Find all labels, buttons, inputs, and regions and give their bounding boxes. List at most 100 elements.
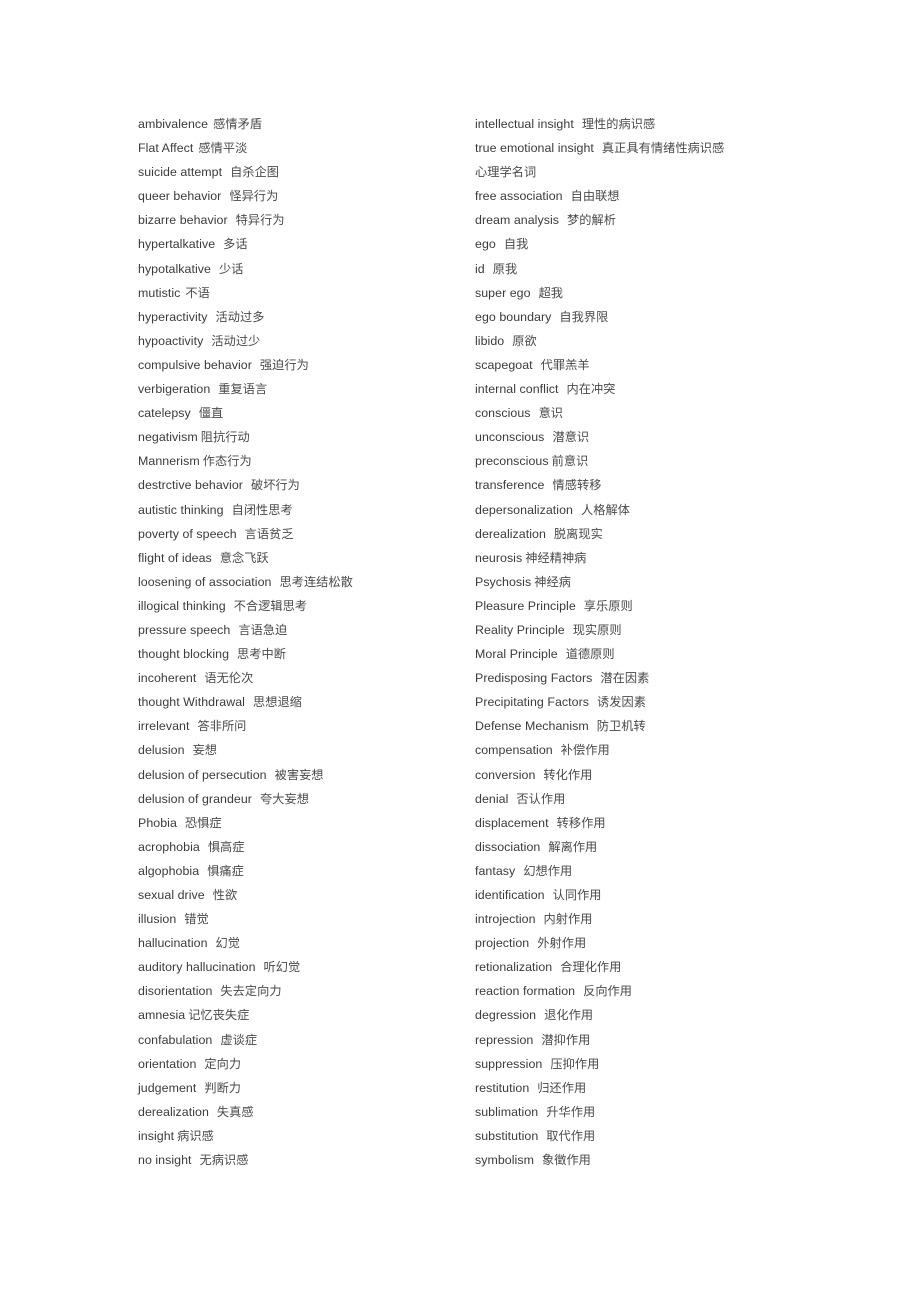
glossary-entry: loosening of association 思考连结松散 [138,570,468,594]
entry-gloss: 特异行为 [235,213,285,228]
glossary-entry: no insight 无病识感 [138,1148,468,1172]
entry-term: loosening of association [138,574,272,589]
entry-gloss: 语无伦次 [204,671,254,686]
entry-term: depersonalization [475,502,573,517]
glossary-entry: mutistic 不语 [138,281,468,305]
glossary-entry: dissociation 解离作用 [475,835,805,859]
entry-gloss: 错觉 [184,912,209,927]
glossary-entry: Flat Affect 感情平淡 [138,136,468,160]
glossary-entry: neurosis 神经精神病 [475,546,805,570]
glossary-entry: negativism 阻抗行动 [138,425,468,449]
glossary-entry: flight of ideas 意念飞跃 [138,546,468,570]
entry-term: hypertalkative [138,237,216,252]
entry-term: flight of ideas [138,550,212,565]
entry-term: amnesia [138,1008,186,1023]
entry-term: destrctive behavior [138,478,243,493]
entry-gloss: 升华作用 [546,1104,596,1119]
entry-gloss: 意识 [538,406,564,421]
glossary-column-right: intellectual insight 理性的病识感 true emotional… [475,112,805,1172]
entry-gloss: 答非所问 [197,719,247,734]
entry-term: derealization [475,526,546,541]
entry-gloss: 惧痛症 [207,863,244,878]
entry-term: hypoactivity [138,333,204,348]
glossary-entry: thought Withdrawal 思想退缩 [138,690,468,714]
entry-gloss: 享乐原则 [583,598,633,613]
document-page: ambivalence 感情矛盾 Flat Affect 感情平淡 suicide at… [0,0,920,1302]
glossary-entry: dream analysis 梦的解析 [475,208,805,232]
entry-gloss: 潜在因素 [600,671,650,686]
entry-gloss: 思想退缩 [252,695,302,710]
entry-term: transference [475,478,545,493]
entry-gloss: 象徵作用 [541,1153,591,1168]
glossary-entry: id 原我 [475,257,805,281]
glossary-entry: suppression 压抑作用 [475,1052,805,1076]
entry-gloss: 心理学名词 [475,165,537,180]
entry-gloss: 思考连结松散 [279,574,353,589]
glossary-entry: Reality Principle 现实原则 [475,618,805,642]
glossary-entry: amnesia 记忆丧失症 [138,1003,468,1027]
entry-gloss: 转化作用 [543,767,593,782]
entry-gloss: 失去定向力 [220,984,282,999]
entry-gloss: 记忆丧失症 [188,1008,250,1023]
entry-gloss: 压抑作用 [550,1056,600,1071]
entry-gloss: 被害妄想 [274,767,324,782]
entry-gloss: 感情矛盾 [213,117,263,131]
glossary-entry: hypertalkative 多话 [138,232,468,256]
entry-term: dream analysis [475,213,560,228]
entry-term: id [475,261,485,276]
entry-gloss: 情感转移 [552,478,602,493]
entry-term: restitution [475,1080,530,1095]
entry-term: sexual drive [138,888,205,902]
entry-term: substitution [475,1128,539,1143]
entry-term: thought Withdrawal [138,695,245,710]
glossary-entry: judgement 判断力 [138,1076,468,1100]
entry-term: true emotional insight [475,141,594,156]
entry-term: verbigeration [138,382,211,397]
entry-gloss: 超我 [538,285,564,300]
glossary-entry: hypotalkative 少话 [138,257,468,281]
entry-term: disorientation [138,984,213,999]
entry-term: identification [475,888,545,902]
glossary-entry: depersonalization 人格解体 [475,498,805,522]
entry-term: unconscious [475,430,545,445]
entry-term: dissociation [475,839,541,854]
glossary-entry: irrelevant 答非所问 [138,714,468,738]
entry-term: preconscious [475,454,549,469]
entry-term: illusion [138,912,177,927]
entry-term: conscious [475,406,531,421]
glossary-entry: disorientation 失去定向力 [138,979,468,1003]
entry-gloss: 潜抑作用 [541,1032,591,1047]
entry-gloss: 感情平淡 [198,141,248,156]
entry-term: free association [475,189,563,204]
entry-gloss: 无病识感 [199,1153,249,1168]
entry-gloss: 惧高症 [207,839,245,854]
entry-gloss: 强迫行为 [259,357,309,372]
entry-gloss: 原欲 [512,333,537,348]
glossary-entry: Psychosis 神经病 [475,570,805,594]
glossary-entry: ambivalence 感情矛盾 [138,112,468,136]
glossary-entry: derealization 失真感 [138,1100,468,1124]
glossary-entry: hallucination 幻觉 [138,931,468,955]
entry-gloss: 自杀企图 [230,165,280,180]
entry-term: hypotalkative [138,261,211,276]
entry-term: degression [475,1008,537,1023]
entry-gloss: 认同作用 [552,888,602,902]
entry-gloss: 判断力 [204,1080,242,1095]
entry-gloss: 妄想 [192,743,218,758]
entry-term: ego [475,237,496,252]
entry-term: orientation [138,1056,197,1071]
glossary-entry: free association 自由联想 [475,184,805,208]
glossary-entry: suicide attempt 自杀企图 [138,160,468,184]
entry-term: poverty of speech [138,526,237,541]
entry-gloss: 梦的解析 [567,213,616,228]
entry-term: Mannerism [138,454,200,469]
entry-term: compulsive behavior [138,357,252,372]
entry-gloss: 少话 [218,261,244,276]
glossary-entry: repression 潜抑作用 [475,1028,805,1052]
glossary-entry: sublimation 升华作用 [475,1100,805,1124]
entry-term: algophobia [138,863,200,878]
glossary-entry: unconscious 潜意识 [475,425,805,449]
entry-term: delusion of persecution [138,767,267,782]
entry-gloss: 自由联想 [570,189,620,204]
entry-gloss: 退化作用 [544,1008,594,1023]
